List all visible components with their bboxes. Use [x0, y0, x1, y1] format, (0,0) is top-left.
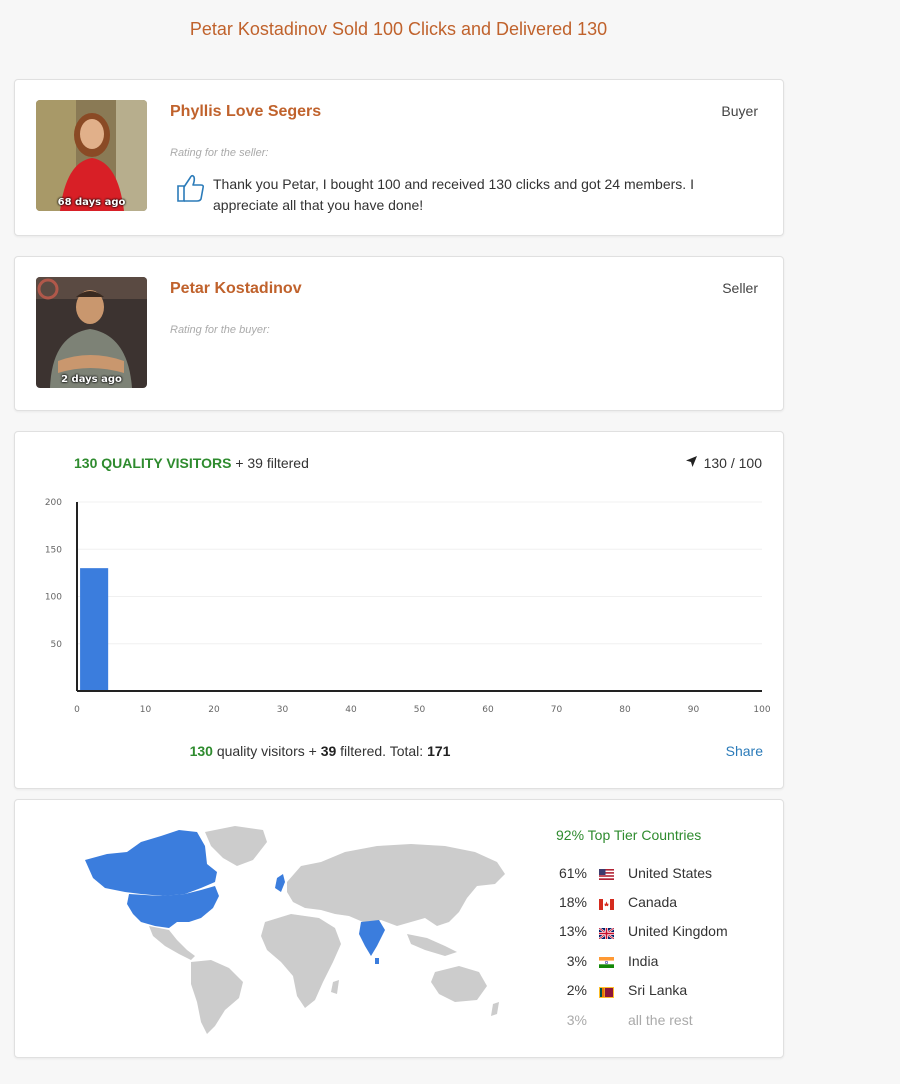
- summary-quality-text: quality visitors +: [216, 743, 317, 759]
- x-tick-label: 20: [208, 705, 220, 715]
- avatar[interactable]: 68 days ago: [36, 100, 147, 211]
- visitors-chart: 50 100 150 200 0 10 20 30 40 50 60 70 80 90 100: [45, 498, 771, 715]
- map-new-zealand: [491, 1002, 499, 1016]
- list-item: 3% all the rest: [535, 1005, 775, 1034]
- role-label: Buyer: [721, 103, 758, 119]
- india-flag-icon: [599, 955, 614, 969]
- geo-card: 92% Top Tier Countries 61% United States…: [14, 799, 784, 1058]
- map-madagascar: [331, 980, 339, 994]
- role-label: Seller: [722, 280, 758, 296]
- review-comment: Thank you Petar, I bought 100 and receiv…: [213, 176, 694, 213]
- x-tick-label: 30: [277, 705, 289, 715]
- list-item: 13% United Kingdom: [535, 917, 775, 946]
- summary-filtered-text: filtered. Total:: [340, 743, 424, 759]
- map-greenland: [205, 826, 267, 866]
- country-percent: 18%: [558, 894, 587, 911]
- list-item: 18% Canada: [535, 887, 775, 916]
- avatar[interactable]: 2 days ago: [36, 277, 147, 388]
- country-percent: 13%: [558, 923, 587, 940]
- list-item: 61% United States: [535, 858, 775, 887]
- country-percent: 3%: [566, 952, 587, 969]
- uk-flag-icon: [598, 926, 615, 940]
- summary-total: 171: [427, 743, 451, 759]
- country-list: 61% United States 18% Canada 13% United …: [535, 858, 775, 1034]
- country-name: all the rest: [628, 1011, 693, 1028]
- buyer-review-card: 68 days ago Phyllis Love Segers Buyer Ra…: [14, 79, 784, 236]
- map-central-america: [149, 926, 195, 960]
- x-tick-label: 100: [753, 705, 770, 715]
- map-australia: [431, 966, 487, 1002]
- map-india: [359, 920, 385, 956]
- country-name: United States: [628, 864, 713, 881]
- top-tier-label: 92% Top Tier Countries: [556, 827, 702, 843]
- x-tick-label: 40: [345, 705, 357, 715]
- x-tick-label: 90: [688, 705, 700, 715]
- map-united-kingdom: [275, 874, 285, 892]
- thumbs-up-icon: [174, 172, 206, 209]
- visitors-card: 130 QUALITY VISITORS + 39 filtered 130 /…: [14, 431, 784, 789]
- map-south-america: [191, 960, 243, 1034]
- x-tick-label: 60: [482, 705, 494, 715]
- buyer-name[interactable]: Phyllis Love Segers: [170, 103, 321, 121]
- review-age: 68 days ago: [57, 197, 126, 208]
- x-tick-label: 70: [551, 705, 563, 715]
- x-tick-label: 10: [140, 705, 152, 715]
- y-tick-label: 100: [45, 593, 62, 603]
- x-tick-label: 0: [74, 705, 80, 715]
- list-item: 2% Sri Lanka: [535, 976, 775, 1005]
- summary-filtered-count: 39: [320, 743, 337, 759]
- sri-lanka-flag-icon: [599, 985, 614, 998]
- rating-label: Rating for the buyer:: [170, 324, 270, 336]
- page-title: Petar Kostadinov Sold 100 Clicks and Del…: [189, 19, 608, 39]
- country-name: Canada: [628, 894, 678, 911]
- seller-name[interactable]: Petar Kostadinov: [170, 280, 302, 298]
- country-name: United Kingdom: [628, 923, 728, 940]
- share-link[interactable]: Share: [726, 743, 763, 759]
- summary-quality-count: 130: [189, 743, 213, 759]
- y-tick-label: 150: [45, 545, 62, 555]
- country-percent: 2%: [566, 982, 587, 999]
- country-name: India: [628, 952, 659, 969]
- country-name: Sri Lanka: [628, 982, 688, 999]
- seller-review-card: 2 days ago Petar Kostadinov Seller Ratin…: [14, 256, 784, 411]
- y-tick-label: 50: [51, 640, 63, 650]
- list-item: 3% India: [535, 946, 775, 975]
- x-tick-label: 50: [414, 705, 426, 715]
- map-southeast-asia: [407, 934, 457, 956]
- visitors-summary: 130 quality visitors + 39 filtered. Tota…: [15, 743, 625, 759]
- world-map: [85, 826, 505, 1034]
- flag-placeholder: [599, 1014, 614, 1025]
- rating-label: Rating for the seller:: [170, 147, 269, 159]
- x-tick-label: 80: [619, 705, 631, 715]
- map-africa: [261, 914, 341, 1008]
- y-tick-label: 200: [45, 498, 62, 508]
- chart-bar: [80, 568, 109, 691]
- map-canada: [85, 830, 217, 896]
- country-percent: 61%: [558, 864, 587, 881]
- map-sri-lanka: [375, 958, 379, 964]
- canada-flag-icon: [599, 897, 614, 910]
- us-flag-icon: [599, 867, 614, 881]
- map-eurasia: [287, 844, 505, 926]
- country-percent: 3%: [566, 1011, 587, 1028]
- review-age: 2 days ago: [61, 374, 122, 385]
